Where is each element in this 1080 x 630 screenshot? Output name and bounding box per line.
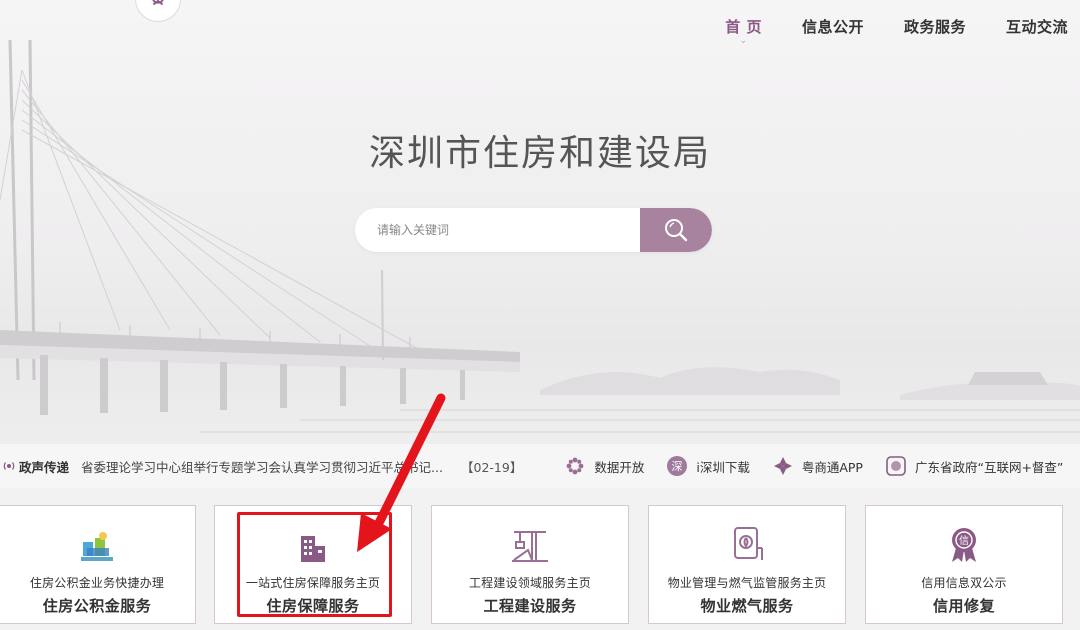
card-housing-security[interactable]: 一站式住房保障服务主页 住房保障服务 [214, 505, 412, 624]
link-yueshangtong[interactable]: 粤商通APP [772, 455, 863, 477]
nav-government-services[interactable]: 政务服务 [884, 16, 986, 37]
link-i-shenzhen[interactable]: 深 i深圳下载 [666, 455, 750, 477]
data-flower-icon [564, 455, 586, 477]
card-construction-sub: 工程建设领域服务主页 [468, 576, 591, 590]
nav-interaction[interactable]: 互动交流 [986, 16, 1068, 37]
link-i-shenzhen-label: i深圳下载 [696, 459, 750, 475]
nav-interaction-label: 互动交流 [1005, 18, 1068, 36]
card-credit-repair[interactable]: 信 信用信息双公示 信用修复 [865, 505, 1063, 624]
card-credit-repair-title: 信用修复 [932, 597, 995, 615]
logo-emblem-icon [152, 0, 164, 6]
card-construction[interactable]: 工程建设领域服务主页 工程建设服务 [431, 505, 629, 624]
link-supervision[interactable]: 广东省政府“互联网+督查” [885, 455, 1063, 477]
gas-meter-icon [734, 527, 763, 560]
card-property-gas-sub: 物业管理与燃气监管服务主页 [667, 576, 827, 590]
ticker-date: 【02-19】 [461, 459, 523, 475]
link-data-open[interactable]: 数据开放 [564, 455, 644, 477]
link-yueshangtong-label: 粤商通APP [801, 459, 863, 475]
nav-info-disclosure-label: 信息公开 [801, 18, 864, 36]
page-title: 深圳市住房和建设局 [368, 133, 711, 174]
card-credit-repair-sub: 信用信息双公示 [921, 576, 1007, 590]
card-housing-fund[interactable]: 住房公积金业务快捷办理 住房公积金服务 [0, 505, 196, 624]
card-housing-security-sub: 一站式住房保障服务主页 [245, 576, 381, 590]
card-housing-fund-title: 住房公积金服务 [42, 597, 152, 615]
card-property-gas[interactable]: 物业管理与燃气监管服务主页 物业燃气服务 [648, 505, 846, 624]
chevron-down-icon: ⌄ [739, 36, 748, 46]
news-ticker-bar: 政声传递 省委理论学习中心组举行专题学习会认真学习贯彻习近平总书记... 【02… [0, 444, 1080, 488]
supervision-icon [885, 455, 907, 477]
main-nav: 首 页 ⌄ 信息公开 政务服务 互动交流 [705, 16, 1068, 46]
card-housing-security-title: 住房保障服务 [266, 597, 360, 615]
credit-medal-icon: 信 [952, 528, 976, 562]
nav-info-disclosure[interactable]: 信息公开 [782, 16, 884, 37]
card-housing-fund-sub: 住房公积金业务快捷办理 [29, 576, 165, 590]
link-supervision-label: 广东省政府“互联网+督查” [914, 459, 1064, 475]
yueshangtong-icon [772, 455, 794, 477]
service-cards: 住房公积金业务快捷办理 住房公积金服务 一站式住房保障服务主页 住房保障服务 工… [0, 505, 1080, 630]
nav-home-label: 首 页 [725, 18, 762, 36]
card-construction-title: 工程建设服务 [483, 597, 577, 615]
search-icon [665, 219, 688, 242]
ticker-news-link[interactable]: 省委理论学习中心组举行专题学习会认真学习贯彻习近平总书记... [81, 457, 443, 476]
broadcast-icon [3, 462, 15, 470]
search-bar [355, 208, 712, 252]
link-data-open-label: 数据开放 [594, 459, 645, 475]
building-icon [301, 536, 325, 562]
housing-fund-icon [81, 532, 113, 561]
search-button[interactable] [640, 208, 712, 252]
crane-icon [512, 531, 548, 562]
i-shenzhen-icon: 深 [666, 455, 688, 477]
nav-government-services-label: 政务服务 [903, 18, 966, 36]
card-property-gas-title: 物业燃气服务 [700, 597, 794, 615]
svg-text:信: 信 [959, 535, 969, 547]
search-input[interactable] [355, 208, 640, 252]
ticker-label: 政声传递 [19, 459, 70, 475]
svg-text:深: 深 [672, 460, 683, 473]
nav-home[interactable]: 首 页 ⌄ [705, 16, 782, 46]
